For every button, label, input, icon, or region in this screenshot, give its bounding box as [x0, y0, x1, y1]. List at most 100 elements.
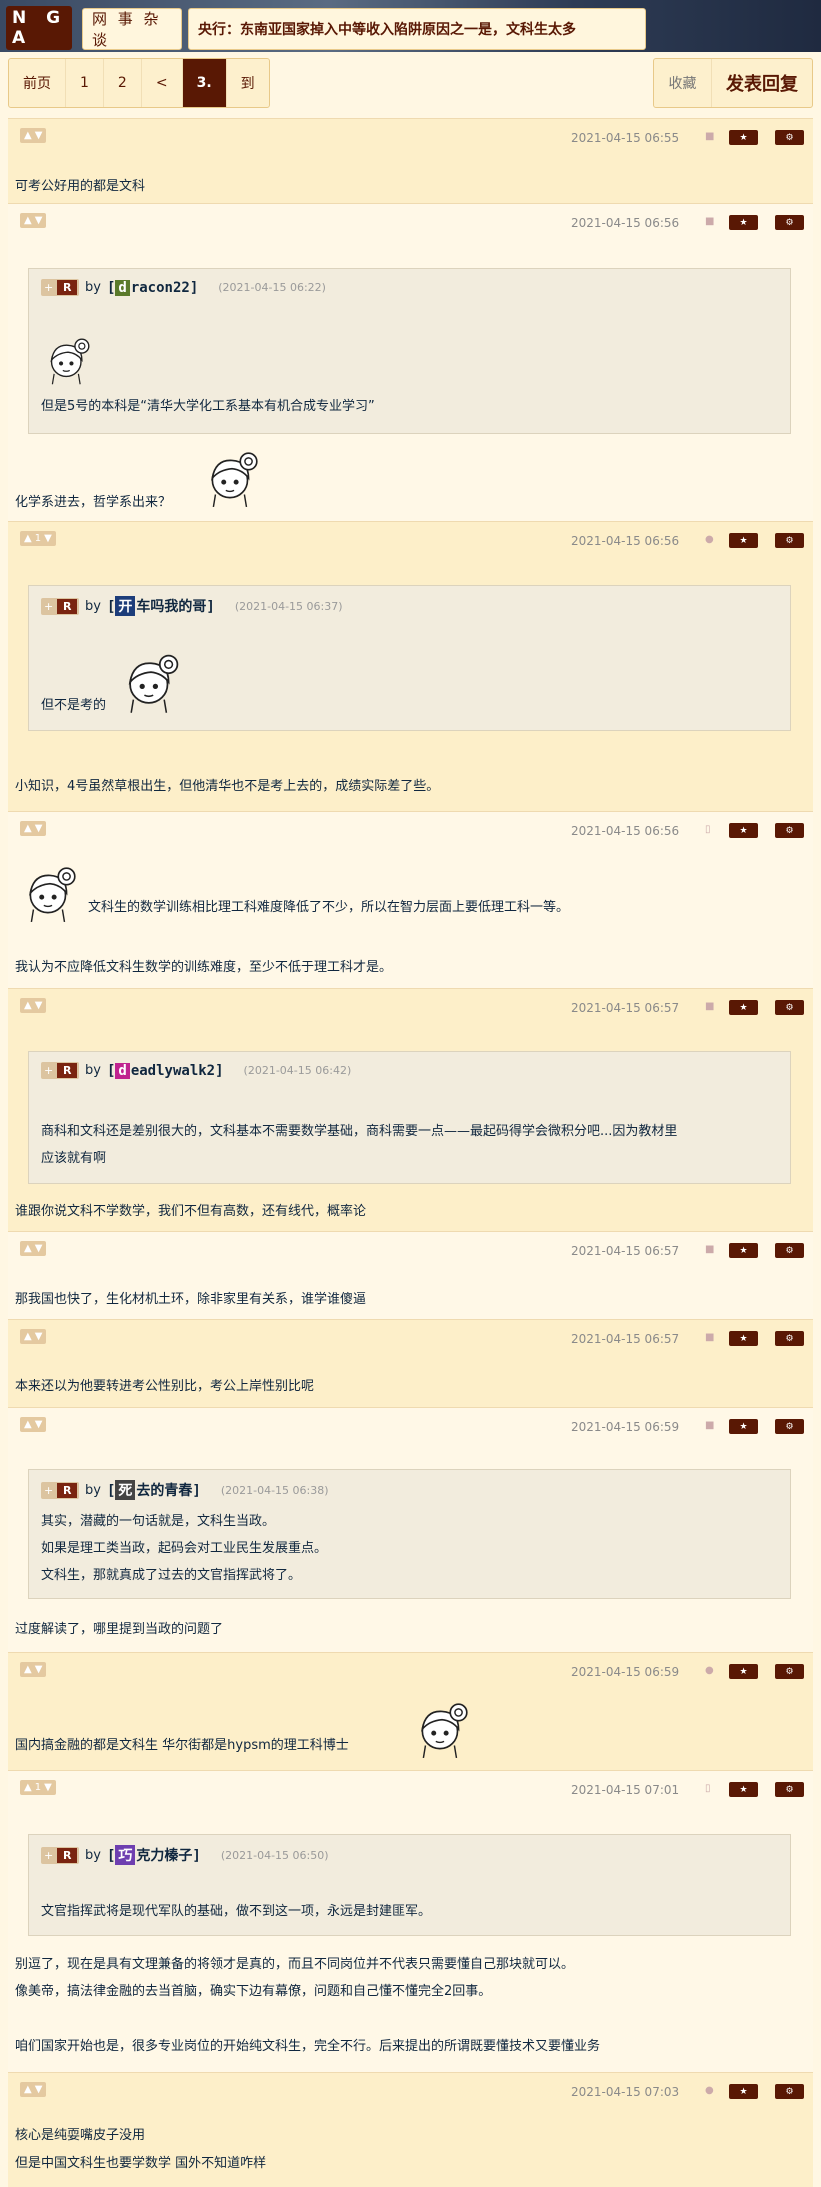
thumbs-down-icon[interactable]: ▼	[35, 1243, 43, 1254]
gear-icon[interactable]: ⚙	[775, 1000, 804, 1015]
author-name: 车吗我的哥]	[136, 599, 215, 615]
post-time: 2021-04-15 06:57	[571, 1332, 680, 1346]
quote-text: 如果是理工类当政，起码会对工业民生发展重点。	[41, 1541, 328, 1556]
vote-buttons[interactable]: ▲ ▼	[20, 213, 47, 228]
gear-icon[interactable]: ⚙	[775, 215, 804, 230]
quote-by-label: by	[85, 598, 101, 614]
author-name: eadlywalk2]	[130, 1062, 224, 1079]
vote-buttons[interactable]: ▲ ▼	[20, 821, 47, 836]
emoticon-face-icon	[128, 654, 179, 713]
post-item: ▲ ▼ 2021-04-15 07:03 ● ★ ⚙ 核心是纯耍嘴皮子没用 但是中国文科生也要…	[8, 2072, 813, 2187]
gear-icon[interactable]: ⚙	[775, 533, 804, 548]
thumbs-down-icon[interactable]: ▼	[35, 130, 43, 141]
post-item: ▲ ▼ 2021-04-15 06:59 ● ★ ⚙ 国内搞金融的都是文科生 华尔街都是hy…	[8, 1652, 813, 1770]
thread-title[interactable]: 央行：东南亚国家掉入中等收入陷阱原因之一是，文科生太多	[188, 8, 646, 50]
vote-buttons[interactable]: ▲ ▼	[20, 1662, 47, 1677]
star-icon[interactable]: ★	[729, 2084, 758, 2099]
thumbs-up-icon[interactable]: ▲	[24, 215, 32, 226]
quote-block: + R by [巧克力榛子] (2021-04-15 06:50) 文官指挥武将是现代军队…	[28, 1834, 791, 1936]
site-logo[interactable]: N G A	[6, 6, 72, 50]
quote-expand-button[interactable]: + R	[41, 279, 79, 296]
quote-expand-button[interactable]: + R	[41, 1846, 79, 1864]
vote-buttons[interactable]: ▲ ▼	[20, 2082, 47, 2097]
gear-icon[interactable]: ⚙	[775, 130, 804, 145]
gear-icon[interactable]: ⚙	[775, 1243, 804, 1258]
thumbs-down-icon[interactable]: ▼	[35, 215, 43, 226]
thumbs-up-icon[interactable]: ▲	[24, 1664, 32, 1675]
thumbs-up-icon[interactable]: ▲	[24, 130, 32, 141]
vote-buttons[interactable]: ▲ ▼	[20, 1417, 47, 1432]
star-icon[interactable]: ★	[729, 215, 758, 230]
thumbs-down-icon[interactable]: ▼	[35, 1331, 43, 1342]
phone-icon: ▯	[705, 1783, 711, 1794]
vote-buttons[interactable]: ▲ ▼	[20, 128, 47, 143]
thumbs-up-icon[interactable]: ▲	[24, 1419, 32, 1430]
gear-icon[interactable]: ⚙	[775, 823, 804, 838]
vote-buttons[interactable]: ▲ ▼	[20, 998, 47, 1013]
thumbs-down-icon[interactable]: ▼	[35, 1000, 43, 1011]
star-icon[interactable]: ★	[729, 1782, 758, 1797]
quote-author-link[interactable]: [d eadlywalk2]	[107, 1062, 224, 1079]
pager-page-2[interactable]: 2	[104, 59, 142, 107]
star-icon[interactable]: ★	[729, 1243, 758, 1258]
emoticon-face-icon	[211, 452, 258, 508]
quote-expand-button[interactable]: + R	[41, 1062, 79, 1079]
reply-ref-icon: R	[57, 1482, 78, 1498]
thumbs-up-icon[interactable]: ▲	[24, 1243, 32, 1254]
thumbs-up-icon[interactable]: ▲	[24, 1000, 32, 1011]
post-text: 咱们国家开始也是，很多专业岗位的开始纯文科生，完全不行。后来提出的所谓既要懂技术…	[15, 2039, 601, 2054]
quote-expand-button[interactable]: + R	[41, 597, 79, 615]
quote-by-label: by	[85, 1063, 101, 1078]
quote-author-link[interactable]: [开车吗我的哥]	[107, 596, 215, 616]
quote-author-link[interactable]: [死去的青春]	[107, 1480, 201, 1500]
breadcrumb-board[interactable]: 网 事 杂 谈	[82, 8, 182, 50]
thumbs-down-icon[interactable]: ▼	[44, 533, 52, 544]
author-name: racon22]	[130, 279, 199, 296]
vote-buttons[interactable]: ▲ 1 ▼	[20, 1780, 56, 1795]
star-icon[interactable]: ★	[729, 1000, 758, 1015]
post-time: 2021-04-15 06:57	[571, 1001, 680, 1015]
star-icon[interactable]: ★	[729, 1419, 758, 1434]
thumbs-up-icon[interactable]: ▲	[24, 823, 32, 834]
apple-icon: ●	[705, 1665, 714, 1676]
gear-icon[interactable]: ⚙	[775, 1664, 804, 1679]
post-text: 文科生的数学训练相比理工科难度降低了不少，所以在智力层面上要低理工科一等。	[88, 900, 570, 915]
gear-icon[interactable]: ⚙	[775, 1419, 804, 1434]
quote-text: 其实，潜藏的一句话就是，文科生当政。	[41, 1514, 276, 1529]
thumbs-up-icon[interactable]: ▲	[24, 2084, 32, 2095]
gear-icon[interactable]: ⚙	[775, 2084, 804, 2099]
quote-author-link[interactable]: [巧克力榛子]	[107, 1845, 201, 1865]
star-icon[interactable]: ★	[729, 823, 758, 838]
vote-buttons[interactable]: ▲ ▼	[20, 1241, 47, 1256]
favorite-button[interactable]: 收藏	[654, 59, 712, 107]
post-text: 可考公好用的都是文科	[15, 179, 146, 194]
thumbs-down-icon[interactable]: ▼	[35, 2084, 43, 2095]
pager-goto[interactable]: 到	[227, 59, 269, 107]
quote-author-link[interactable]: [d racon22]	[107, 279, 199, 296]
reply-button[interactable]: 发表回复	[712, 59, 812, 107]
vote-buttons[interactable]: ▲ 1 ▼	[20, 531, 56, 546]
star-icon[interactable]: ★	[729, 1664, 758, 1679]
pager-page-current[interactable]: 3.	[182, 59, 227, 107]
star-icon[interactable]: ★	[729, 1331, 758, 1346]
thumbs-down-icon[interactable]: ▼	[35, 1419, 43, 1430]
gear-icon[interactable]: ⚙	[775, 1782, 804, 1797]
pager-prev-page[interactable]: 前页	[9, 59, 66, 107]
pager-back[interactable]: <	[142, 59, 183, 107]
vote-buttons[interactable]: ▲ ▼	[20, 1329, 47, 1344]
quote-date: (2021-04-15 06:38)	[220, 1483, 329, 1497]
gear-icon[interactable]: ⚙	[775, 1331, 804, 1346]
thumbs-down-icon[interactable]: ▼	[35, 823, 43, 834]
thumbs-up-icon[interactable]: ▲	[24, 1782, 32, 1793]
thumbs-down-icon[interactable]: ▼	[44, 1782, 52, 1793]
star-icon[interactable]: ★	[729, 533, 758, 548]
pager-page-1[interactable]: 1	[66, 59, 104, 107]
quote-expand-button[interactable]: + R	[41, 1481, 79, 1499]
thumbs-down-icon[interactable]: ▼	[35, 1664, 43, 1675]
thumbs-up-icon[interactable]: ▲	[24, 1331, 32, 1342]
thumbs-up-icon[interactable]: ▲	[24, 533, 32, 544]
reply-ref-icon: R	[57, 598, 78, 614]
star-icon[interactable]: ★	[729, 130, 758, 145]
apple-icon: ●	[705, 534, 714, 545]
post-item: ▲ 1 ▼ 2021-04-15 07:01 ▯ ★ ⚙ + R by [巧克力榛子] (2021-0…	[8, 1770, 813, 2072]
